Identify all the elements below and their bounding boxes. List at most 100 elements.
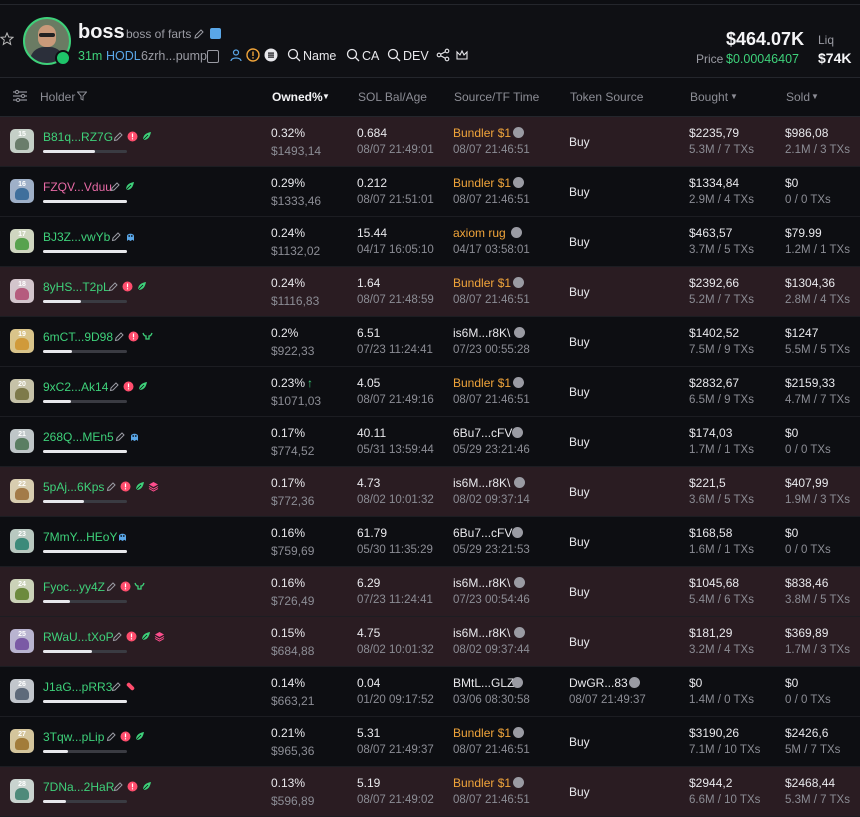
funding-source[interactable]: is6M...r8K\ <box>453 576 510 590</box>
source-info-icon[interactable] <box>512 427 523 438</box>
funding-source[interactable]: Bundler $1 <box>453 726 511 740</box>
sort-down-icon[interactable]: ▼ <box>322 92 330 101</box>
holder-avatar[interactable]: 26 <box>10 679 34 703</box>
col-owned[interactable]: Owned% <box>272 90 323 104</box>
table-row[interactable]: 26 J1aG...pRR3 0.14% $663,21 0.04 01/20 09:17… <box>0 667 860 717</box>
source-info-icon[interactable] <box>511 227 522 238</box>
holder-address[interactable]: 3Tqw...pLip <box>43 730 104 744</box>
pencil-icon[interactable] <box>193 28 205 40</box>
filter-icon[interactable] <box>77 91 87 101</box>
source-info-icon[interactable] <box>513 127 524 138</box>
holder-avatar[interactable]: 21 <box>10 429 34 453</box>
holder-address[interactable]: 7MmY...HEoY <box>43 530 117 544</box>
holder-avatar[interactable]: 23 <box>10 529 34 553</box>
col-source[interactable]: Source/TF Time <box>454 90 539 104</box>
funding-source[interactable]: Bundler $1 <box>453 776 511 790</box>
source-info-icon[interactable] <box>512 527 523 538</box>
crown-icon[interactable] <box>455 48 469 62</box>
pencil-icon[interactable] <box>112 631 123 642</box>
star-icon[interactable] <box>0 32 14 46</box>
funding-source[interactable]: BMtL...GLZ <box>453 676 514 690</box>
funding-source[interactable]: Bundler $1 <box>453 126 511 140</box>
holder-address[interactable]: 6mCT...9D98 <box>43 330 113 344</box>
pencil-icon[interactable] <box>113 781 124 792</box>
holder-avatar[interactable]: 22 <box>10 479 34 503</box>
source-info-icon[interactable] <box>514 477 525 488</box>
pencil-icon[interactable] <box>111 681 122 692</box>
holder-avatar[interactable]: 19 <box>10 329 34 353</box>
list-circle-icon[interactable] <box>264 48 278 62</box>
pencil-icon[interactable] <box>115 431 126 442</box>
holder-avatar[interactable]: 16 <box>10 179 34 203</box>
funding-source[interactable]: 6Bu7...cFV <box>453 426 512 440</box>
funding-source[interactable]: 6Bu7...cFV <box>453 526 512 540</box>
source-info-icon[interactable] <box>513 777 524 788</box>
source-info-icon[interactable] <box>512 677 523 688</box>
holder-address[interactable]: J1aG...pRR3 <box>43 680 112 694</box>
pencil-icon[interactable] <box>106 731 117 742</box>
table-row[interactable]: 27 3Tqw...pLip 0.21% $965,36 5.31 08/07 21:49… <box>0 717 860 767</box>
search-ca-icon[interactable] <box>346 48 360 62</box>
table-row[interactable]: 25 RWaU...tXoP 0.15% $684,88 4.75 08/02 10:01… <box>0 617 860 667</box>
pencil-icon[interactable] <box>111 231 122 242</box>
pencil-icon[interactable] <box>106 581 117 592</box>
holder-address[interactable]: 9xC2...Ak14 <box>43 380 108 394</box>
holder-avatar[interactable]: 25 <box>10 629 34 653</box>
table-row[interactable]: 21 268Q...MEn5 0.17% $774,52 40.11 05/31 13:5… <box>0 417 860 467</box>
table-row[interactable]: 22 5pAj...6Kps 0.17% $772,36 4.73 08/02 10:01… <box>0 467 860 517</box>
holder-address[interactable]: 5pAj...6Kps <box>43 480 104 494</box>
holder-address[interactable]: RWaU...tXoP <box>43 630 114 644</box>
table-row[interactable]: 28 7DNa...2HaR 0.13% $596,89 5.19 08/07 21:49… <box>0 767 860 817</box>
token-source[interactable]: DwGR...83 <box>569 676 628 690</box>
funding-source[interactable]: axiom rug <box>453 226 506 240</box>
holder-avatar[interactable]: 24 <box>10 579 34 603</box>
search-dev-label[interactable]: DEV <box>403 49 429 63</box>
source-info-icon[interactable] <box>513 377 524 388</box>
pencil-icon[interactable] <box>114 331 125 342</box>
token-source-icon[interactable] <box>629 677 640 688</box>
source-info-icon[interactable] <box>514 327 525 338</box>
holder-address[interactable]: Fyoc...yy4Z <box>43 580 105 594</box>
source-info-icon[interactable] <box>513 277 524 288</box>
table-row[interactable]: 18 8yHS...T2pL 0.24% $1116,83 1.64 08/07 21:4… <box>0 267 860 317</box>
holder-avatar[interactable]: 18 <box>10 279 34 303</box>
search-name-label[interactable]: Name <box>303 49 336 63</box>
pencil-icon[interactable] <box>110 181 121 192</box>
col-sol-bal[interactable]: SOL Bal/Age <box>358 90 427 104</box>
col-token-source[interactable]: Token Source <box>570 90 643 104</box>
twitter-verified-icon[interactable] <box>210 28 221 39</box>
holder-address[interactable]: 8yHS...T2pL <box>43 280 110 294</box>
search-dev-icon[interactable] <box>387 48 401 62</box>
holder-address[interactable]: B81q...RZ7G <box>43 130 113 144</box>
col-bought[interactable]: Bought <box>690 90 728 104</box>
col-holder[interactable]: Holder <box>40 90 75 104</box>
warning-icon[interactable] <box>246 48 260 62</box>
sort-bought-icon[interactable]: ▼ <box>730 92 738 101</box>
search-ca-label[interactable]: CA <box>362 49 379 63</box>
share-icon[interactable] <box>436 48 450 62</box>
pencil-icon[interactable] <box>113 131 124 142</box>
pencil-icon[interactable] <box>108 281 119 292</box>
source-info-icon[interactable] <box>514 627 525 638</box>
holder-avatar[interactable]: 17 <box>10 229 34 253</box>
contract-address[interactable]: 6zrh...pump <box>141 49 207 63</box>
source-info-icon[interactable] <box>513 177 524 188</box>
table-row[interactable]: 20 9xC2...Ak14 0.23% $1071,03 ↑ 4.05 08/07 21:… <box>0 367 860 417</box>
table-row[interactable]: 15 B81q...RZ7G 0.32% $1493,14 0.684 08/07 21:… <box>0 117 860 167</box>
table-row[interactable]: 17 BJ3Z...vwYb 0.24% $1132,02 15.44 04/17 16:… <box>0 217 860 267</box>
source-info-icon[interactable] <box>513 727 524 738</box>
holder-address[interactable]: 7DNa...2HaR <box>43 780 114 794</box>
holder-avatar[interactable]: 20 <box>10 379 34 403</box>
holder-address[interactable]: 268Q...MEn5 <box>43 430 114 444</box>
funding-source[interactable]: Bundler $1 <box>453 276 511 290</box>
holder-avatar[interactable]: 27 <box>10 729 34 753</box>
pencil-icon[interactable] <box>109 381 120 392</box>
funding-source[interactable]: Bundler $1 <box>453 176 511 190</box>
funding-source[interactable]: is6M...r8K\ <box>453 476 510 490</box>
user-icon[interactable] <box>229 48 243 62</box>
search-name-icon[interactable] <box>287 48 301 62</box>
source-info-icon[interactable] <box>514 577 525 588</box>
holder-avatar[interactable]: 28 <box>10 779 34 803</box>
sliders-icon[interactable] <box>12 89 28 103</box>
holder-address[interactable]: BJ3Z...vwYb <box>43 230 110 244</box>
